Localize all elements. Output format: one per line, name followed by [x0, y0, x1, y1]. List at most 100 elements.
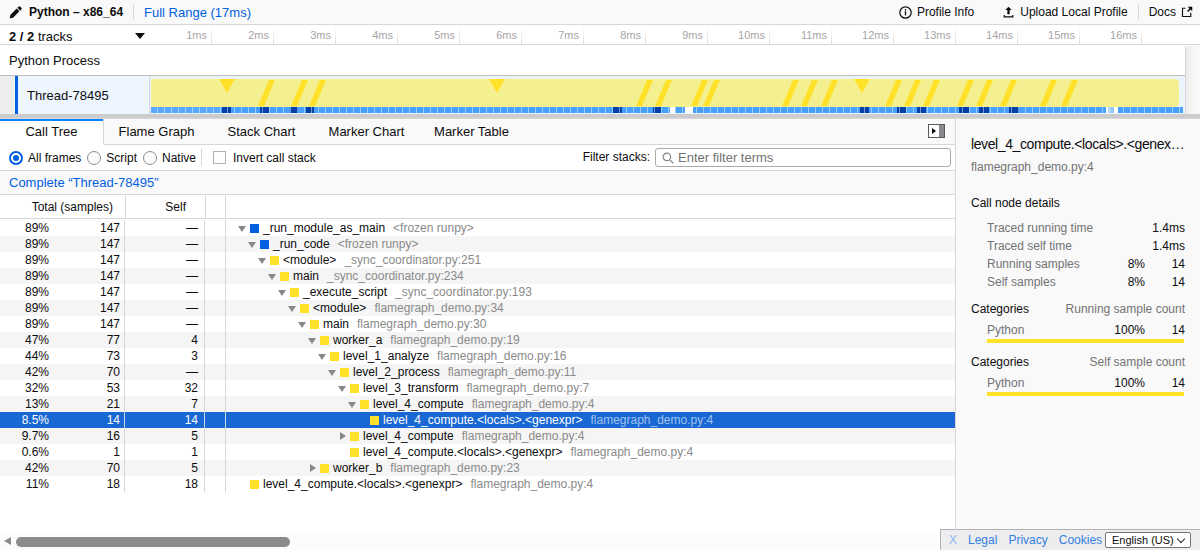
cell-function: mainflamegraph_demo.py:30 [226, 316, 955, 332]
cell-total-percent: 89% [0, 220, 50, 236]
thread-track-row[interactable]: Thread-78495 [0, 75, 1200, 114]
scrollbar-thumb[interactable] [16, 537, 290, 547]
expand-down-icon[interactable] [287, 300, 300, 316]
expand-down-icon[interactable] [307, 332, 320, 348]
expand-down-icon[interactable] [257, 252, 270, 268]
full-range-link[interactable]: Full Range (17ms) [144, 5, 251, 20]
tree-row[interactable]: 9.7%165level_4_computeflamegraph_demo.py… [0, 428, 955, 444]
tree-row[interactable]: 89%147—mainflamegraph_demo.py:30 [0, 316, 955, 332]
thread-activity-track[interactable] [150, 76, 1185, 114]
expand-down-icon[interactable] [347, 396, 360, 412]
track-marker-slash [655, 80, 672, 106]
cell-total-samples: 147 [50, 300, 125, 316]
tree-row[interactable]: 89%147—_execute_script_sync_coordinator.… [0, 284, 955, 300]
sidebar-toggle-icon[interactable] [928, 124, 945, 138]
category-icon [290, 288, 299, 297]
tree-row[interactable]: 8.5%1414level_4_compute.<locals>.<genexp… [0, 412, 955, 428]
cell-total-samples: 77 [50, 332, 125, 348]
docs-button[interactable]: Docs [1149, 5, 1193, 19]
tree-row[interactable]: 89%147—_run_module_as_main<frozen runpy> [0, 220, 955, 236]
process-track-row[interactable]: Python Process [0, 46, 1200, 75]
language-select[interactable]: English (US) [1105, 532, 1191, 548]
file-location: _sync_coordinator.py:234 [327, 268, 464, 284]
tree-row[interactable]: 42%705worker_bflamegraph_demo.py:23 [0, 460, 955, 476]
upload-profile-button[interactable]: Upload Local Profile [1002, 5, 1127, 19]
footer-link-legal[interactable]: Legal [968, 533, 997, 547]
tab-marker-table[interactable]: Marker Table [419, 119, 524, 144]
search-input[interactable]: Enter filter terms [655, 148, 951, 167]
cell-total-samples: 53 [50, 380, 125, 396]
tab-marker-chart[interactable]: Marker Chart [314, 119, 419, 144]
scroll-left-arrow-icon[interactable] [4, 537, 11, 545]
function-name: level_2_process [353, 364, 440, 380]
sidebar-detail-row: Traced running time1.4ms [956, 219, 1200, 237]
tab-flame-graph[interactable]: Flame Graph [104, 119, 209, 144]
breadcrumb-complete-thread[interactable]: Complete “Thread-78495” [9, 175, 159, 190]
tree-row[interactable]: 11%1818level_4_compute.<locals>.<genexpr… [0, 476, 955, 492]
thread-label[interactable]: Thread-78495 [27, 88, 109, 103]
expand-down-icon[interactable] [267, 268, 280, 284]
tab-call-tree[interactable]: Call Tree [0, 119, 104, 144]
tree-row[interactable]: 89%147—_run_code<frozen runpy> [0, 236, 955, 252]
radio-script[interactable]: Script [87, 151, 137, 165]
category-percent: 100% [1101, 323, 1145, 337]
tree-row[interactable]: 47%774worker_aflamegraph_demo.py:19 [0, 332, 955, 348]
cell-total-percent: 42% [0, 364, 50, 380]
profile-info-button[interactable]: Profile Info [899, 5, 974, 19]
expand-down-icon[interactable] [237, 220, 250, 236]
expand-down-icon[interactable] [327, 364, 340, 380]
tree-row[interactable]: 42%70—level_2_processflamegraph_demo.py:… [0, 364, 955, 380]
sidebar-categories-header: CategoriesSelf sample count [956, 353, 1200, 371]
file-location: flamegraph_demo.py:4 [470, 476, 593, 492]
cell-function: level_4_compute.<locals>.<genexpr>flameg… [226, 444, 955, 460]
cell-self-samples: 7 [125, 396, 205, 412]
footer-link-privacy[interactable]: Privacy [1008, 533, 1047, 547]
col-total-header[interactable]: Total (samples) [0, 200, 113, 214]
file-location: flamegraph_demo.py:23 [390, 460, 519, 476]
radio-native[interactable]: Native [143, 151, 196, 165]
checkbox-icon[interactable] [213, 151, 226, 164]
tree-row[interactable]: 0.6%11level_4_compute.<locals>.<genexpr>… [0, 444, 955, 460]
category-icon [320, 464, 329, 473]
expand-down-icon[interactable] [247, 236, 260, 252]
cell-self-samples: 4 [125, 332, 205, 348]
radio-all-frames[interactable]: All frames [9, 151, 81, 165]
cell-self-samples: — [125, 236, 205, 252]
tab-stack-chart[interactable]: Stack Chart [209, 119, 314, 144]
ruler-tick-label: 11ms [771, 29, 827, 41]
categories-heading-right: Self sample count [1090, 355, 1185, 369]
tree-row[interactable]: 32%5332level_3_transformflamegraph_demo.… [0, 380, 955, 396]
expand-down-icon[interactable] [317, 348, 330, 364]
timeline-ruler[interactable]: 2 / 2 tracks 1ms2ms3ms4ms5ms6ms7ms8ms9ms… [0, 25, 1200, 45]
invert-call-stack-checkbox[interactable]: Invert call stack [213, 145, 316, 170]
expand-right-icon[interactable] [337, 428, 350, 444]
expand-right-icon[interactable] [307, 460, 320, 476]
track-vertical-scrollbar[interactable] [1185, 46, 1200, 114]
header-separator [133, 4, 134, 20]
radio-icon[interactable] [9, 151, 23, 165]
tracks-dropdown-icon[interactable] [135, 33, 145, 39]
tracks-count-label[interactable]: 2 / 2 tracks [9, 29, 73, 44]
cell-category [205, 444, 226, 460]
radio-icon[interactable] [143, 151, 157, 165]
track-marker-triangle [854, 79, 870, 93]
file-location: flamegraph_demo.py:4 [472, 396, 595, 412]
expand-down-icon[interactable] [297, 316, 310, 332]
expand-down-icon[interactable] [277, 284, 290, 300]
horizontal-scrollbar[interactable] [0, 533, 941, 550]
cell-total-percent: 89% [0, 300, 50, 316]
expand-down-icon[interactable] [337, 380, 350, 396]
tree-row[interactable]: 44%733level_1_analyzeflamegraph_demo.py:… [0, 348, 955, 364]
tree-row[interactable]: 89%147—<module>_sync_coordinator.py:251 [0, 252, 955, 268]
radio-icon[interactable] [87, 151, 101, 165]
file-location: flamegraph_demo.py:34 [374, 300, 503, 316]
tree-row[interactable]: 89%147—<module>flamegraph_demo.py:34 [0, 300, 955, 316]
cell-function: _run_code<frozen runpy> [226, 236, 955, 252]
footer-close-button[interactable]: X [949, 533, 957, 547]
ruler-tick [645, 26, 646, 45]
cell-function: _execute_script_sync_coordinator.py:193 [226, 284, 955, 300]
tree-row[interactable]: 13%217level_4_computeflamegraph_demo.py:… [0, 396, 955, 412]
tree-row[interactable]: 89%147—main_sync_coordinator.py:234 [0, 268, 955, 284]
col-self-header[interactable]: Self [125, 200, 186, 214]
footer-link-cookies[interactable]: Cookies [1059, 533, 1102, 547]
